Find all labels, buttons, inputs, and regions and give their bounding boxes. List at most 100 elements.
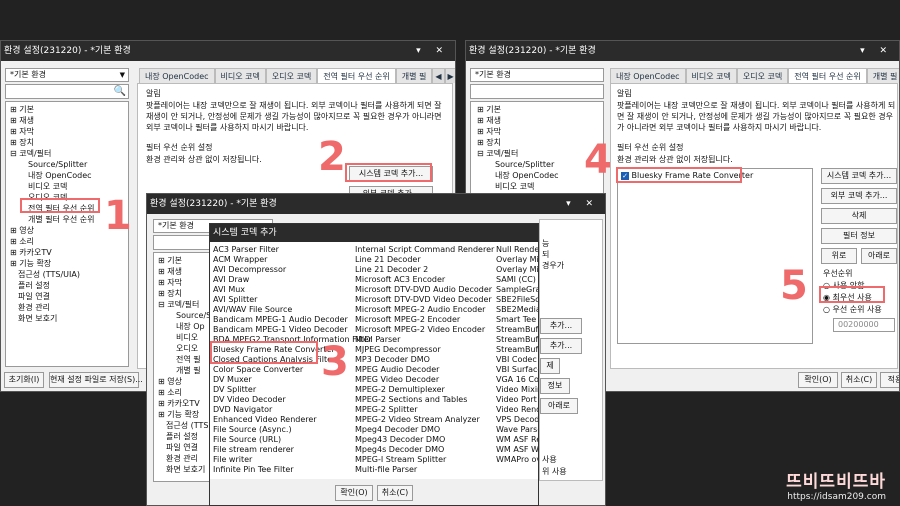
tab-individual-filter[interactable]: 개별 필	[866, 68, 899, 83]
codec-list-item[interactable]: SBE2MediaTypeProfile	[496, 305, 538, 315]
tree-item[interactable]: 접근성 (TTS/UIA)	[10, 269, 128, 280]
tab-scroll-left-icon[interactable]: ◀	[432, 68, 445, 83]
codec-list-item[interactable]: DV Video Decoder	[213, 395, 372, 405]
tree-item[interactable]: ⊞ 기능 확장	[10, 258, 128, 269]
codec-list-item[interactable]: Microsoft MPEG-2 Audio Encoder	[355, 305, 494, 315]
codec-list-item[interactable]: File stream renderer	[213, 445, 372, 455]
codec-list-item[interactable]: Video Port Manager	[496, 395, 538, 405]
codec-list-item[interactable]: SBE2FileScan	[496, 295, 538, 305]
codec-list-item[interactable]: Microsoft MPEG-2 Encoder	[355, 315, 494, 325]
title-bar[interactable]: 환경 설정(231220) - *기본 환경 ▾ ✕	[466, 41, 899, 61]
codec-list-item[interactable]: Line 21 Decoder	[355, 255, 494, 265]
add-system-codec-button[interactable]: 시스템 코덱 추가...	[821, 168, 897, 184]
tab-audio-codec[interactable]: 오디오 코덱	[736, 68, 789, 83]
apply-button[interactable]: 적용	[880, 372, 899, 388]
codec-list-item[interactable]: MPEG-2 Demultiplexer	[355, 385, 494, 395]
codec-list-item[interactable]: Enhanced Video Renderer	[213, 415, 372, 425]
codec-list-item[interactable]: File Source (URL)	[213, 435, 372, 445]
tree-item[interactable]: 파일 연결	[10, 291, 128, 302]
codec-list-item[interactable]: MPEG Audio Decoder	[355, 365, 494, 375]
codec-list-item[interactable]: Mpeg43 Decoder DMO	[355, 435, 494, 445]
codec-list-item[interactable]: AVI Decompressor	[213, 265, 372, 275]
tab-scroll-right-icon[interactable]: ▶	[444, 68, 455, 83]
codec-list-item[interactable]: Bandicam MPEG-1 Audio Decoder	[213, 315, 372, 325]
filter-priority-list[interactable]: ✓ Bluesky Frame Rate Converter	[617, 168, 813, 344]
title-bar[interactable]: 환경 설정(231220) - *기본 환경 ▾ ✕	[147, 194, 605, 214]
add-external-codec-button[interactable]: 추가...	[540, 338, 582, 354]
ok-button[interactable]: 확인(O)	[798, 372, 838, 388]
tree-item[interactable]: ⊞ 기본	[10, 104, 128, 115]
search-input[interactable]: 🔍	[5, 84, 129, 99]
tab-individual-filter[interactable]: 개별 필	[395, 68, 433, 83]
delete-button[interactable]: 삭제	[821, 208, 897, 224]
window-controls[interactable]: ▾ ✕	[416, 41, 449, 61]
codec-list-item[interactable]: DV Splitter	[213, 385, 372, 395]
search-input[interactable]	[470, 84, 604, 99]
codec-list-item[interactable]: WMAPro over S/PDIF	[496, 455, 538, 465]
window-controls[interactable]: ▾ ✕	[566, 194, 599, 214]
tree-item[interactable]: ⊞ 재생	[477, 115, 603, 126]
codec-list-item[interactable]: AC3 Parser Filter	[213, 245, 372, 255]
codec-list-item[interactable]: Multi-file Parser	[355, 465, 494, 475]
tab-video-codec[interactable]: 비디오 코덱	[685, 68, 737, 83]
codec-list-item[interactable]: File writer	[213, 455, 372, 465]
codec-list-item[interactable]: Internal Script Command Renderer	[355, 245, 494, 255]
tree-item[interactable]: 비디오 코덱	[10, 181, 128, 192]
tree-item[interactable]: 환경 관리	[10, 302, 128, 313]
tab-global-filter-priority[interactable]: 전역 필터 우선 순위	[788, 68, 867, 83]
tree-item[interactable]: ⊞ 장치	[10, 137, 128, 148]
codec-list-item[interactable]: Mpeg4s Decoder DMO	[355, 445, 494, 455]
codec-list-item[interactable]: DVD Navigator	[213, 405, 372, 415]
codec-list-item[interactable]: Microsoft AC3 Encoder	[355, 275, 494, 285]
window-controls[interactable]: ▾ ✕	[860, 41, 893, 61]
tree-item[interactable]: ⊞ 자막	[477, 126, 603, 137]
codec-list-item[interactable]: VPS Decoder	[496, 415, 538, 425]
codec-list-item[interactable]: Microsoft DTV-DVD Audio Decoder	[355, 285, 494, 295]
codec-list-item[interactable]: Video Mixing Renderer 9	[496, 385, 538, 395]
codec-list-item[interactable]: Microsoft MPEG-2 Video Encoder	[355, 325, 494, 335]
codec-list-item[interactable]: WM ASF Reader	[496, 435, 538, 445]
codec-list-item[interactable]: AVI Draw	[213, 275, 372, 285]
codec-list-item[interactable]: SAMI (CC) Parser	[496, 275, 538, 285]
radio-merit[interactable]: ○ 우선 순위 사용	[823, 304, 882, 315]
tree-item[interactable]: 내장 OpenCodec	[10, 170, 128, 181]
codec-list-item[interactable]: MPEG-I Stream Splitter	[355, 455, 494, 465]
ok-button[interactable]: 확인(O)	[335, 485, 373, 501]
add-system-codec-button[interactable]: 추가...	[540, 318, 582, 334]
tree-item[interactable]: Source/Splitter	[10, 159, 128, 170]
codec-list-item[interactable]: WM ASF Writer	[496, 445, 538, 455]
cancel-button[interactable]: 취소(C)	[377, 485, 413, 501]
tree-item[interactable]: ⊞ 재생	[10, 115, 128, 126]
tree-item[interactable]: ⊟ 코덱/필터	[10, 148, 128, 159]
merit-input[interactable]: 00200000	[833, 318, 895, 332]
codec-list-item[interactable]: Mpeg4 Decoder DMO	[355, 425, 494, 435]
tree-item[interactable]: 플러 설정	[10, 280, 128, 291]
title-bar[interactable]: 환경 설정(231220) - *기본 환경 ▾ ✕	[1, 41, 455, 61]
tree-item[interactable]: ⊞ 카카오TV	[10, 247, 128, 258]
profile-select[interactable]: *기본 환경 ▼	[5, 68, 129, 82]
title-bar[interactable]: 시스템 코덱 추가	[210, 224, 538, 242]
codec-list-item[interactable]: MJPEG Decompressor	[355, 345, 494, 355]
tab-audio-codec[interactable]: 오디오 코덱	[265, 68, 318, 83]
codec-list-item[interactable]: Null Renderer	[496, 245, 538, 255]
add-external-codec-button[interactable]: 외부 코덱 추가...	[821, 188, 897, 204]
tab-opencodec[interactable]: 내장 OpenCodec	[610, 68, 686, 83]
codec-list-item[interactable]: SampleGrabber	[496, 285, 538, 295]
codec-list-item[interactable]: Wave Parser	[496, 425, 538, 435]
codec-list-item[interactable]: VGA 16 Color Ditherer	[496, 375, 538, 385]
delete-button[interactable]: 제	[540, 358, 560, 374]
filter-info-button[interactable]: 필터 정보	[821, 228, 897, 244]
filter-info-button[interactable]: 정보	[540, 378, 570, 394]
cancel-button[interactable]: 취소(C)	[841, 372, 877, 388]
tab-global-filter-priority[interactable]: 전역 필터 우선 순위	[317, 68, 396, 83]
codec-list-item[interactable]: Overlay Mixer2	[496, 265, 538, 275]
save-settings-button[interactable]: 현재 설정 파일로 저장(S)...	[49, 372, 143, 388]
codec-list-item[interactable]: Bandicam MPEG-1 Video Decoder	[213, 325, 372, 335]
codec-list-item[interactable]: Smart Tee	[496, 315, 538, 325]
codec-list-item[interactable]: MIDI Parser	[355, 335, 494, 345]
codec-list-item[interactable]: StreamBufferSource	[496, 335, 538, 345]
codec-list-item[interactable]: VBI Surface Allocator	[496, 365, 538, 375]
codec-list-item[interactable]: MPEG-2 Sections and Tables	[355, 395, 494, 405]
codec-list-item[interactable]: Microsoft DTV-DVD Video Decoder	[355, 295, 494, 305]
tree-item[interactable]: ⊞ 자막	[10, 126, 128, 137]
